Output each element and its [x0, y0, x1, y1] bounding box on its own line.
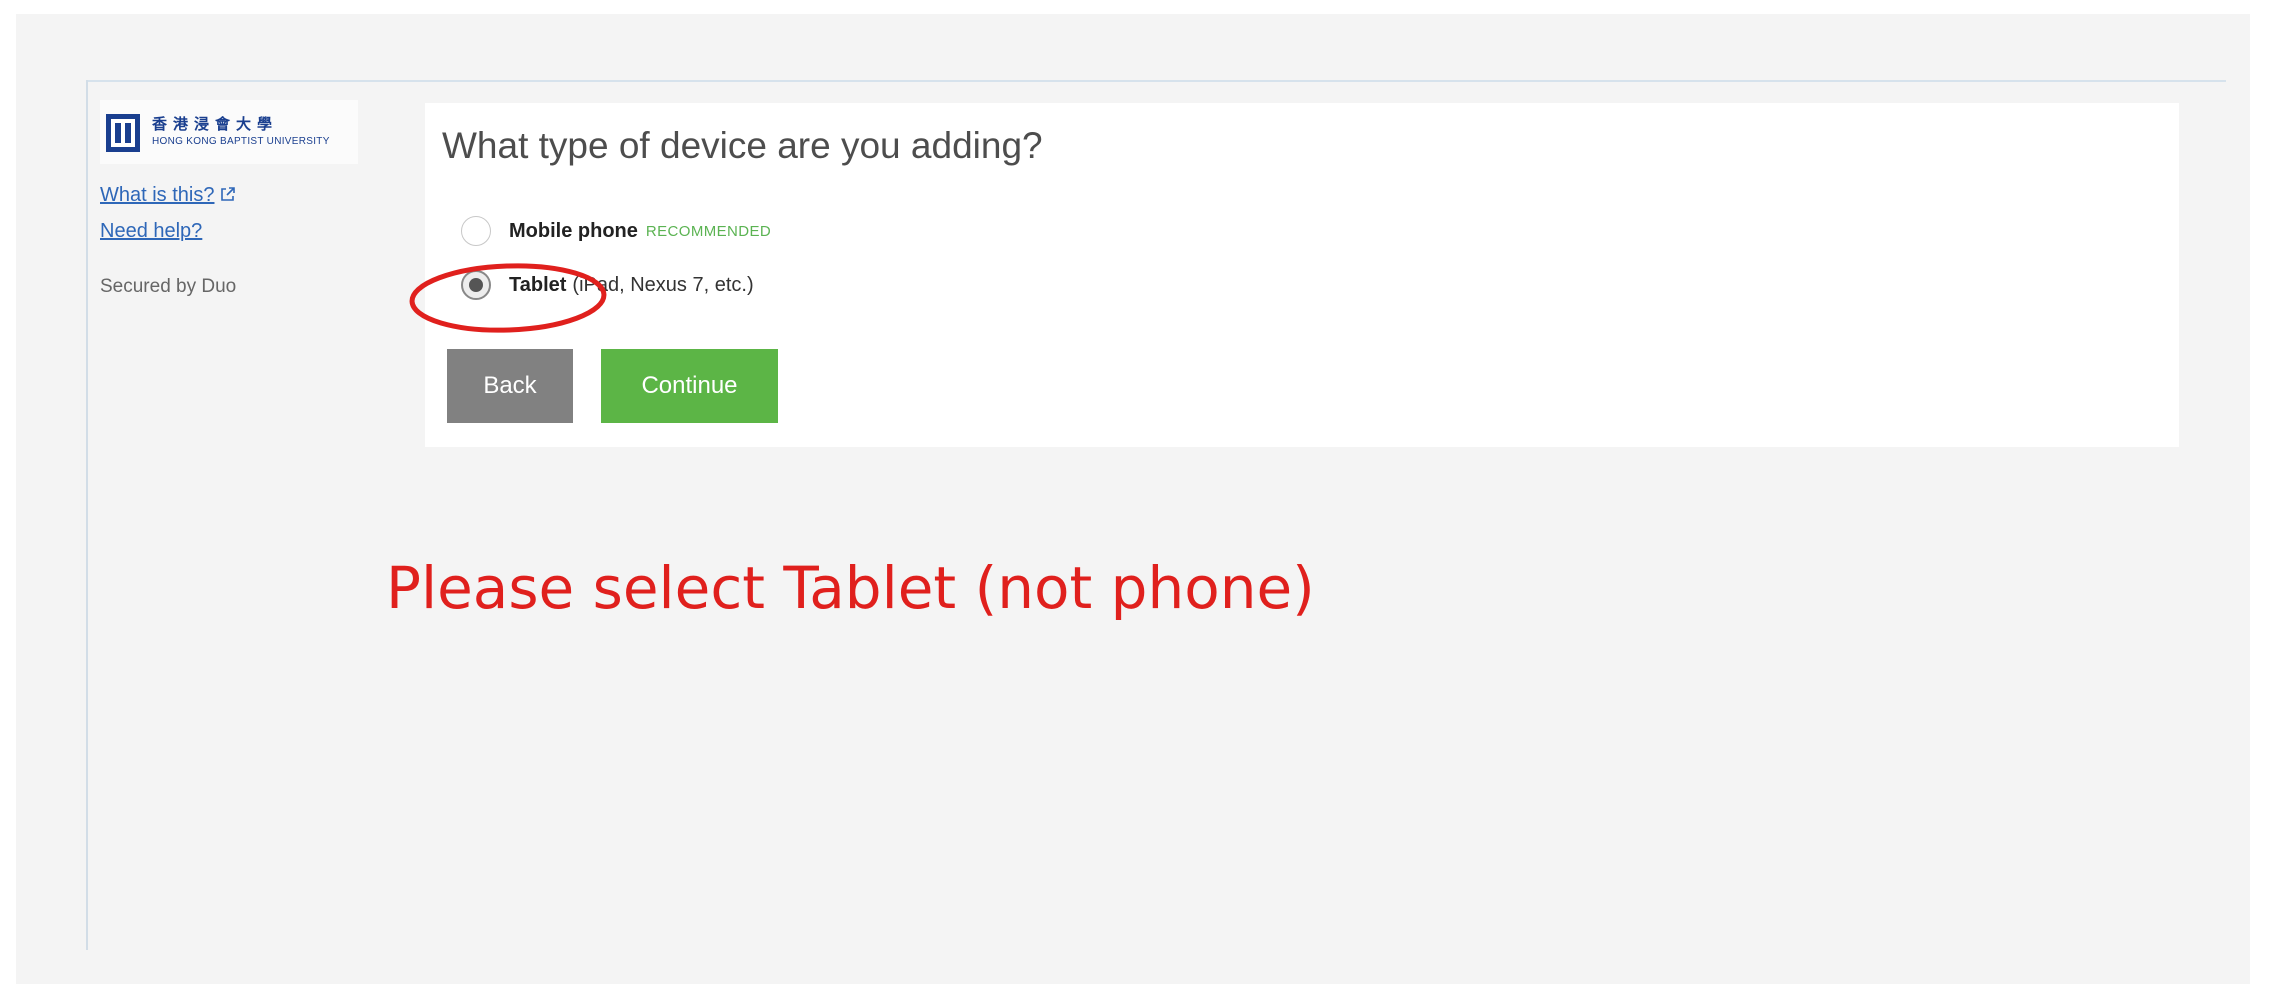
continue-button[interactable]: Continue: [601, 349, 778, 423]
back-button[interactable]: Back: [447, 349, 573, 423]
page-title: What type of device are you adding?: [442, 125, 1043, 166]
hkbu-logo-icon: [106, 114, 140, 152]
what-is-this-label: What is this?: [100, 184, 215, 206]
mobile-phone-label: Mobile phone: [509, 219, 638, 242]
logo-name-chinese: 香港浸會大學: [152, 115, 279, 133]
logo-name-english: HONG KONG BAPTIST UNIVERSITY: [152, 136, 330, 147]
secured-by-duo: Secured by Duo: [100, 276, 237, 297]
what-is-this-link[interactable]: What is this?: [100, 184, 360, 206]
device-type-card: What type of device are you adding? Mobi…: [425, 103, 2179, 447]
option-mobile-phone[interactable]: Mobile phone RECOMMENDED: [461, 216, 771, 246]
logo-text: 香港浸會大學 HONG KONG BAPTIST UNIVERSITY: [152, 117, 330, 147]
recommended-badge: RECOMMENDED: [645, 222, 772, 240]
top-divider: [86, 80, 2226, 82]
need-help-link[interactable]: Need help?: [100, 220, 360, 242]
left-divider: [86, 80, 88, 950]
annotation-circle: [409, 263, 607, 333]
annotation-instruction: Please select Tablet (not phone): [386, 554, 1315, 622]
mobile-phone-radio[interactable]: [461, 216, 491, 246]
external-link-icon: [221, 187, 236, 201]
sidebar: 香港浸會大學 HONG KONG BAPTIST UNIVERSITY What…: [100, 100, 360, 298]
university-logo: 香港浸會大學 HONG KONG BAPTIST UNIVERSITY: [100, 100, 358, 164]
